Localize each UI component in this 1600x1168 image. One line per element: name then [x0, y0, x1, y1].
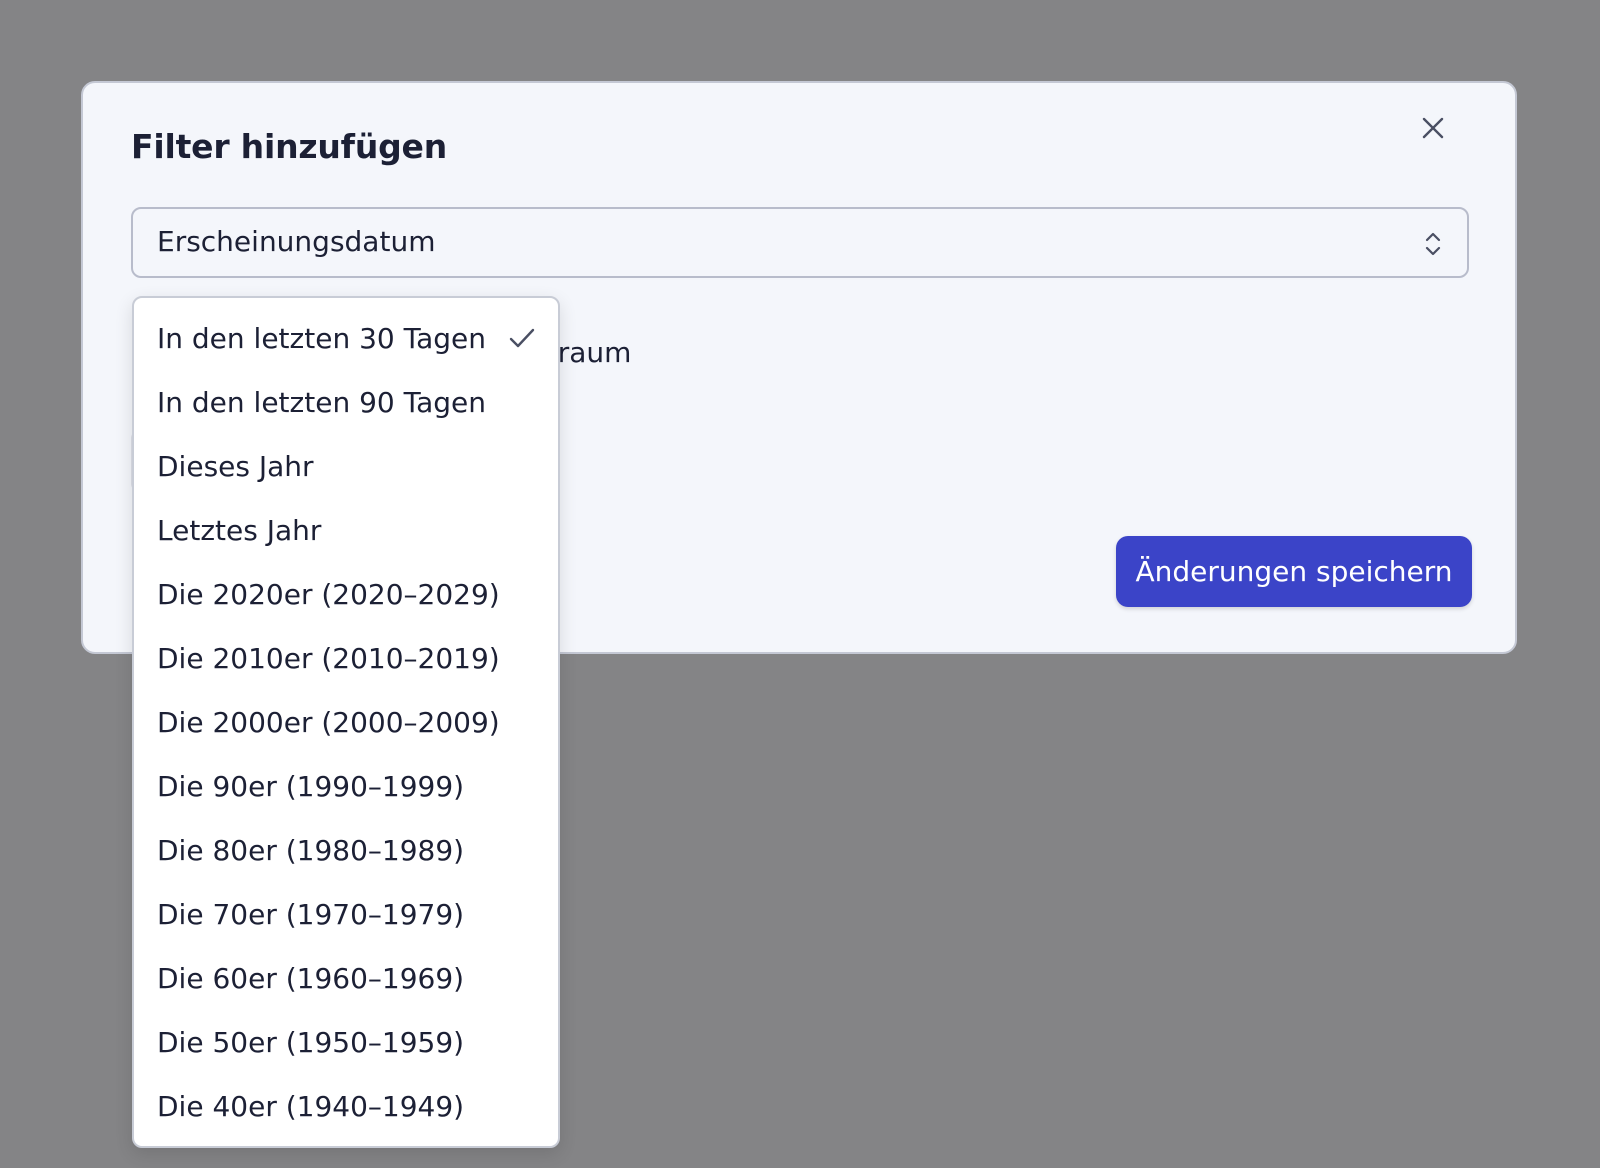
dropdown-option[interactable]: Die 70er (1970–1979) — [134, 882, 558, 946]
save-changes-button[interactable]: Änderungen speichern — [1116, 536, 1472, 607]
modal-title: Filter hinzufügen — [131, 127, 448, 166]
dropdown-option-label: Die 2020er (2020–2029) — [157, 577, 500, 611]
dropdown-option-label: Die 2000er (2000–2009) — [157, 705, 500, 739]
dropdown-option[interactable]: Dieses Jahr — [134, 434, 558, 498]
dropdown-option-label: Die 60er (1960–1969) — [157, 961, 465, 995]
date-range-dropdown: In den letzten 30 Tagen In den letzten 90… — [132, 296, 560, 1148]
filter-field-select[interactable]: Erscheinungsdatum — [131, 207, 1469, 278]
dropdown-option[interactable]: In den letzten 90 Tagen — [134, 370, 558, 434]
dropdown-option[interactable]: In den letzten 30 Tagen — [134, 306, 558, 370]
dropdown-option[interactable]: Letztes Jahr — [134, 498, 558, 562]
dropdown-option-label: Dieses Jahr — [157, 449, 314, 483]
dropdown-option-label: Die 90er (1990–1999) — [157, 769, 465, 803]
dropdown-option-label: Die 80er (1980–1989) — [157, 833, 465, 867]
dropdown-option[interactable]: Die 50er (1950–1959) — [134, 1010, 558, 1074]
close-icon — [1422, 117, 1444, 139]
close-button[interactable] — [1416, 111, 1450, 145]
chevron-up-down-icon — [1425, 232, 1441, 256]
dropdown-option-label: Die 70er (1970–1979) — [157, 897, 465, 931]
filter-field-select-value: Erscheinungsdatum — [157, 225, 436, 258]
dropdown-option[interactable]: Die 2000er (2000–2009) — [134, 690, 558, 754]
dropdown-option-label: Die 50er (1950–1959) — [157, 1025, 465, 1059]
dropdown-option-label: Die 2010er (2010–2019) — [157, 641, 500, 675]
dropdown-option-label: In den letzten 30 Tagen — [157, 321, 486, 355]
dropdown-option-label: Die 40er (1940–1949) — [157, 1089, 465, 1123]
dropdown-option-label: Letztes Jahr — [157, 513, 322, 547]
dropdown-option[interactable]: Die 2020er (2020–2029) — [134, 562, 558, 626]
dropdown-option[interactable]: Die 2010er (2010–2019) — [134, 626, 558, 690]
dropdown-option[interactable]: Die 80er (1980–1989) — [134, 818, 558, 882]
check-icon — [509, 328, 535, 348]
dropdown-option-label: In den letzten 90 Tagen — [157, 385, 486, 419]
dropdown-option[interactable]: Die 40er (1940–1949) — [134, 1074, 558, 1138]
dropdown-option[interactable]: Die 60er (1960–1969) — [134, 946, 558, 1010]
dropdown-option[interactable]: Die 90er (1990–1999) — [134, 754, 558, 818]
